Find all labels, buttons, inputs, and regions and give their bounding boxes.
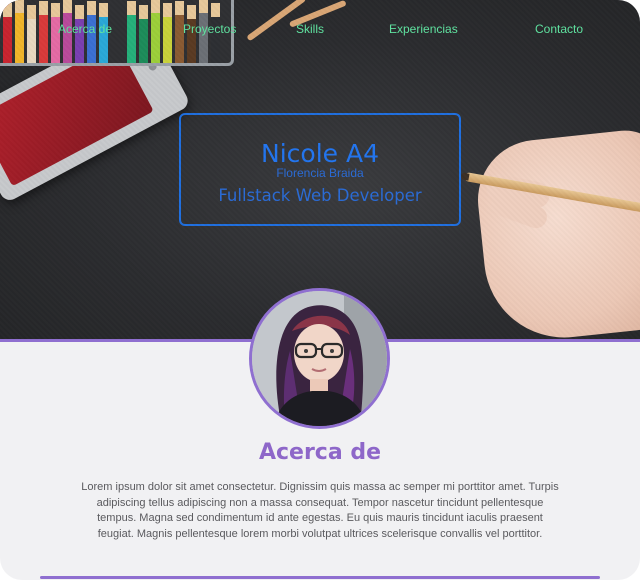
- pencil: [151, 0, 160, 63]
- pencil: [139, 5, 148, 63]
- portfolio-page: Acerca de Proyectos Skills Experiencias …: [0, 0, 640, 580]
- pencil: [99, 3, 108, 63]
- pencil: [51, 3, 60, 63]
- nav-link-experiencias[interactable]: Experiencias: [389, 22, 458, 36]
- tablet-illustration: [0, 16, 192, 204]
- hand-illustration: [472, 126, 640, 340]
- pencil: [39, 1, 48, 63]
- pencil: [3, 3, 12, 63]
- nav-link-skills[interactable]: Skills: [296, 22, 324, 36]
- hero-role: Fullstack Web Developer: [218, 186, 422, 205]
- hero-name: Nicole A4: [261, 139, 379, 168]
- avatar-photo: [252, 291, 387, 426]
- pencil: [27, 5, 36, 63]
- finger: [483, 171, 553, 211]
- bottom-accent-bar: [40, 576, 600, 579]
- tablet-button: [147, 61, 159, 72]
- pencil: [63, 0, 72, 63]
- about-text: Lorem ipsum dolor sit amet consectetur. …: [81, 481, 559, 540]
- finger: [487, 190, 551, 232]
- nav-link-proyectos[interactable]: Proyectos: [183, 22, 236, 36]
- drawing-pencil-illustration: [464, 172, 640, 214]
- pencil: [199, 0, 208, 63]
- pencil-tin-illustration: [0, 0, 234, 66]
- nav-link-contacto[interactable]: Contacto: [535, 22, 583, 36]
- pencil: [175, 1, 184, 63]
- pencil: [87, 1, 96, 63]
- tablet-screen: [0, 42, 154, 187]
- pencil: [127, 1, 136, 63]
- pencil: [187, 5, 196, 63]
- loose-pencil: [246, 0, 307, 42]
- pencil: [15, 0, 24, 63]
- hero-title-box: Nicole A4 Florencia Braida Fullstack Web…: [179, 113, 461, 226]
- nav-link-acerca-de[interactable]: Acerca de: [58, 22, 112, 36]
- pencil: [75, 5, 84, 63]
- main-nav: Acerca de Proyectos Skills Experiencias …: [0, 22, 640, 40]
- pencil: [211, 3, 220, 63]
- hero-subtitle: Florencia Braida: [276, 166, 364, 180]
- pencil: [163, 3, 172, 63]
- about-title: Acerca de: [258, 440, 382, 465]
- avatar: [249, 288, 390, 429]
- loose-pencil: [288, 0, 347, 28]
